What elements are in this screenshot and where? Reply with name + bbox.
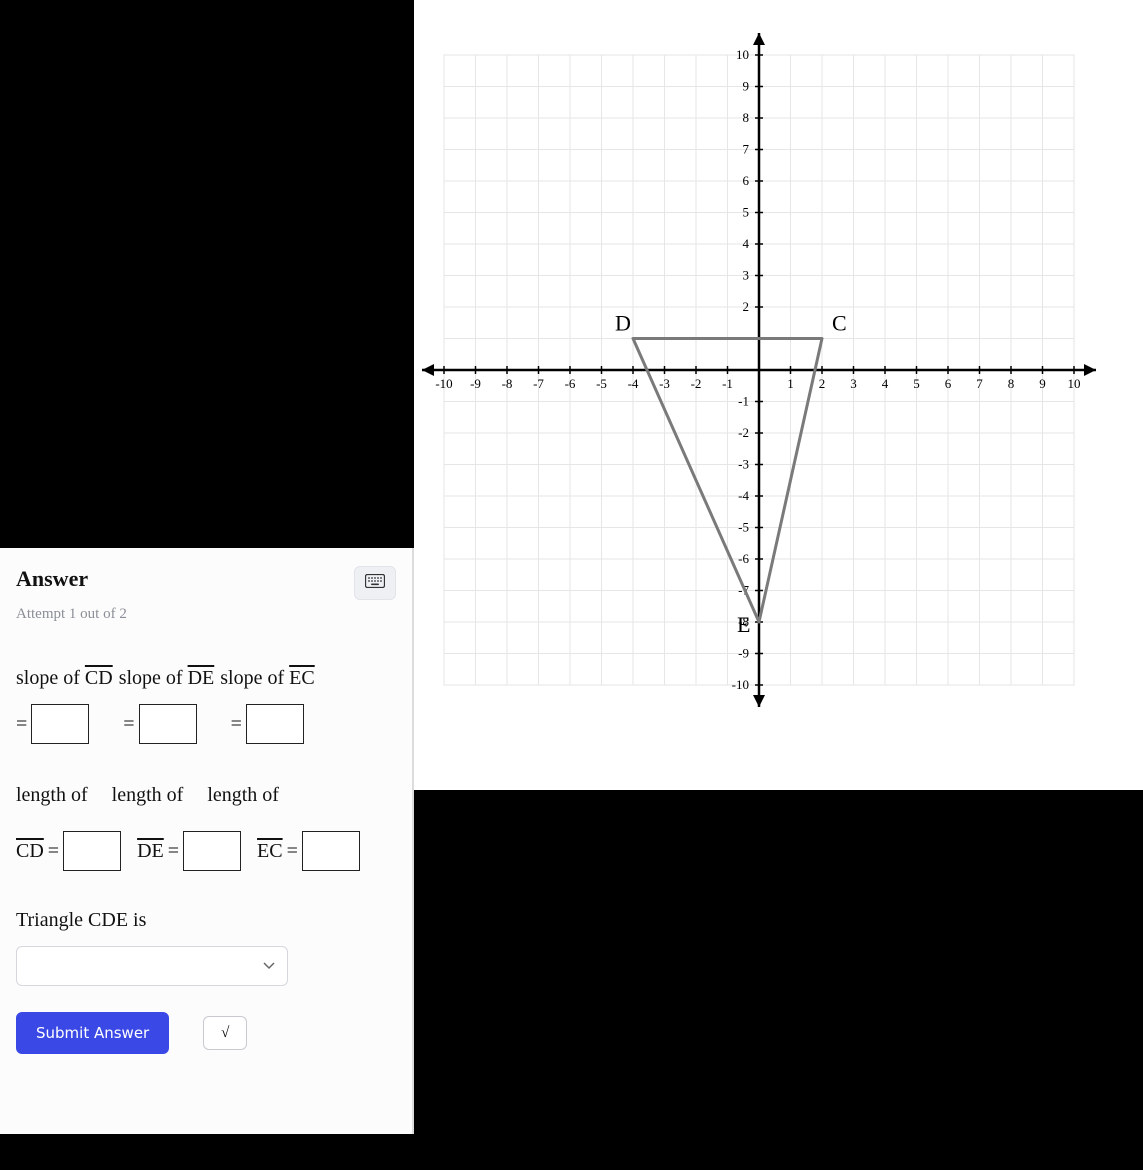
svg-text:-6: -6: [565, 376, 576, 391]
length-cd-input-group: CD =: [16, 831, 121, 871]
slope-ec-label: slope of EC: [220, 667, 314, 690]
keypad-button[interactable]: [354, 566, 396, 600]
svg-text:7: 7: [976, 376, 983, 391]
svg-text:7: 7: [743, 142, 750, 157]
svg-text:-5: -5: [738, 520, 749, 535]
svg-text:4: 4: [882, 376, 889, 391]
svg-text:8: 8: [743, 110, 750, 125]
svg-text:6: 6: [945, 376, 952, 391]
svg-text:4: 4: [743, 236, 750, 251]
equals-sign: =: [16, 713, 27, 736]
length-ec-input[interactable]: [302, 831, 360, 871]
svg-text:C: C: [832, 311, 847, 336]
svg-text:-7: -7: [533, 376, 544, 391]
svg-text:-9: -9: [470, 376, 481, 391]
equals-sign: =: [48, 840, 59, 863]
equals-sign: =: [168, 840, 179, 863]
slope-ec-input-group: =: [231, 704, 304, 744]
length-de-input-group: DE =: [137, 831, 241, 871]
svg-text:-6: -6: [738, 551, 749, 566]
slope-cd-input[interactable]: [31, 704, 89, 744]
triangle-type-label: Triangle CDE is: [16, 909, 396, 932]
lengths-inputs-row: CD = DE = EC =: [16, 831, 396, 871]
length-ec-input-group: EC =: [257, 831, 360, 871]
coordinate-plane[interactable]: -10-9-8-7-6-5-4-3-2-112345678910-10-9-8-…: [414, 0, 1143, 790]
svg-text:10: 10: [1068, 376, 1081, 391]
bottom-actions: Submit Answer √: [16, 1012, 396, 1054]
slope-cd-input-group: =: [16, 704, 89, 744]
svg-text:5: 5: [743, 205, 750, 220]
slope-de-input[interactable]: [139, 704, 197, 744]
segment-ec: EC: [257, 840, 283, 863]
svg-text:2: 2: [819, 376, 826, 391]
svg-text:-10: -10: [435, 376, 452, 391]
slope-cd-label: slope of CD: [16, 667, 113, 690]
length-ec-label: length of: [207, 784, 279, 807]
triangle-type-select[interactable]: [16, 946, 288, 986]
length-de-input[interactable]: [183, 831, 241, 871]
equals-sign: =: [287, 840, 298, 863]
slopes-inputs-row: = = =: [16, 704, 396, 744]
svg-text:3: 3: [743, 268, 750, 283]
svg-text:-2: -2: [738, 425, 749, 440]
slope-de-label: slope of DE: [119, 667, 215, 690]
svg-text:-5: -5: [596, 376, 607, 391]
svg-text:-1: -1: [722, 376, 733, 391]
lengths-labels-row: length of length of length of: [16, 784, 396, 807]
segment-de: DE: [137, 840, 164, 863]
svg-text:9: 9: [1039, 376, 1046, 391]
svg-text:-3: -3: [738, 457, 749, 472]
svg-text:6: 6: [743, 173, 750, 188]
keyboard-icon: [365, 574, 385, 593]
svg-text:-9: -9: [738, 646, 749, 661]
length-de-label: length of: [112, 784, 184, 807]
svg-text:-8: -8: [502, 376, 513, 391]
answer-title: Answer: [16, 566, 88, 592]
svg-text:8: 8: [1008, 376, 1015, 391]
svg-text:3: 3: [850, 376, 857, 391]
svg-text:2: 2: [743, 299, 750, 314]
slope-ec-input[interactable]: [246, 704, 304, 744]
slope-de-input-group: =: [123, 704, 196, 744]
svg-text:-2: -2: [691, 376, 702, 391]
svg-text:10: 10: [736, 47, 749, 62]
svg-text:9: 9: [743, 79, 750, 94]
length-cd-input[interactable]: [63, 831, 121, 871]
answer-header: Answer: [16, 566, 396, 600]
svg-text:E: E: [737, 612, 750, 637]
svg-text:-10: -10: [732, 677, 749, 692]
svg-text:-4: -4: [628, 376, 639, 391]
svg-text:5: 5: [913, 376, 920, 391]
segment-cd: CD: [16, 840, 44, 863]
svg-text:-3: -3: [659, 376, 670, 391]
svg-text:D: D: [615, 311, 631, 336]
equals-sign: =: [231, 713, 242, 736]
attempt-text: Attempt 1 out of 2: [16, 606, 396, 623]
sqrt-button[interactable]: √: [203, 1016, 247, 1050]
slopes-labels-row: slope of CD slope of DE slope of EC: [16, 667, 396, 690]
svg-text:1: 1: [787, 376, 794, 391]
sqrt-icon: √: [221, 1025, 229, 1042]
answer-panel: Answer Attempt 1 out of 2 slope of CD sl…: [0, 548, 414, 1134]
length-cd-label: length of: [16, 784, 88, 807]
svg-text:-4: -4: [738, 488, 749, 503]
svg-text:-1: -1: [738, 394, 749, 409]
submit-button[interactable]: Submit Answer: [16, 1012, 169, 1054]
graph-panel: -10-9-8-7-6-5-4-3-2-112345678910-10-9-8-…: [414, 0, 1143, 790]
equals-sign: =: [123, 713, 134, 736]
